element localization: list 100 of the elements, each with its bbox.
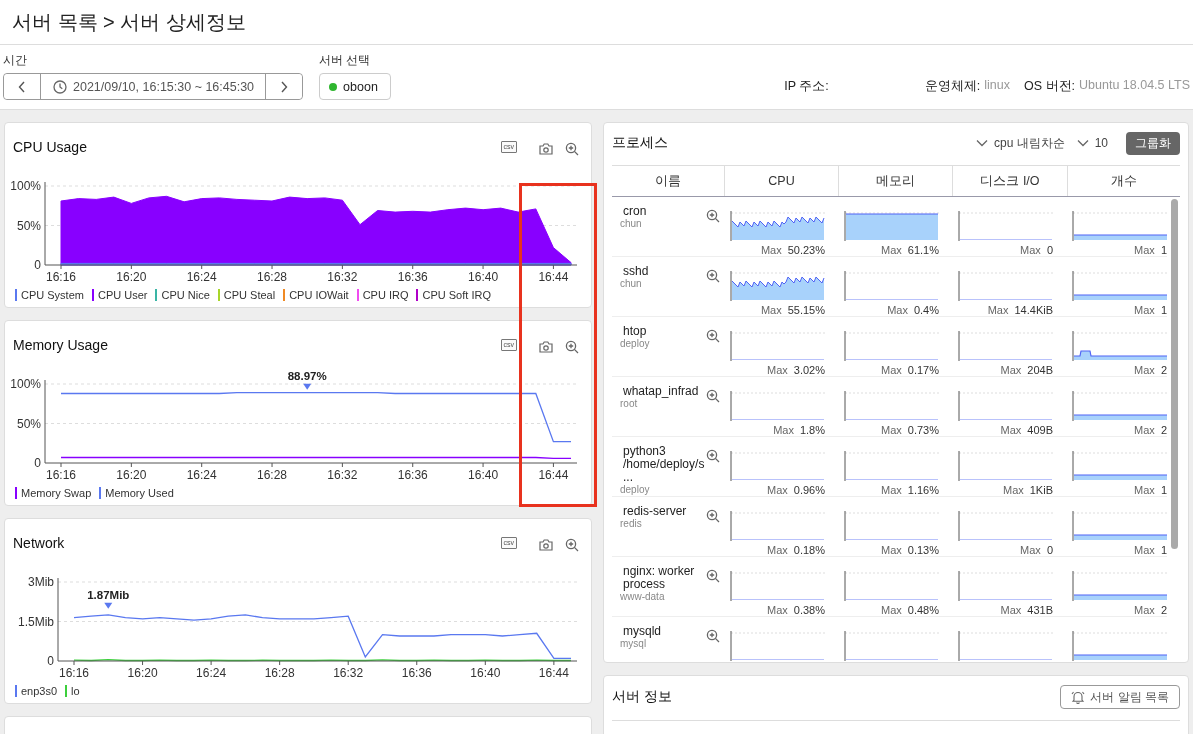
max-label: Max — [767, 604, 788, 616]
y-tick-label: 100% — [10, 179, 41, 193]
x-tick-label: 16:40 — [468, 468, 499, 482]
process-user: deploy — [620, 338, 651, 350]
process-user: deploy — [620, 484, 651, 496]
card-title: Network — [13, 535, 65, 551]
max-value: 0.17% — [907, 364, 939, 376]
process-name: sshd — [622, 265, 650, 278]
max-value: 0.4% — [913, 304, 939, 316]
max-label: Max — [1020, 244, 1041, 256]
annotation-label: 1.87Mib — [87, 588, 130, 601]
max-label: Max — [773, 424, 794, 436]
max-value: 1.16% — [907, 484, 939, 496]
x-tick-label: 16:36 — [401, 666, 432, 680]
max-label: Max — [1002, 484, 1024, 496]
max-value: 409B — [1027, 424, 1053, 436]
max-value: 1 — [1160, 304, 1167, 316]
max-value: 3.02% — [793, 364, 825, 376]
process-name: redis-server — [622, 505, 688, 518]
x-tick-label: 16:16 — [46, 468, 76, 482]
page-title: 서버 목록 > 서버 상세정보 — [11, 10, 247, 35]
x-tick-label: 16:28 — [264, 666, 295, 680]
max-label: Max — [767, 544, 788, 556]
max-label: Max — [1020, 544, 1041, 556]
card-title: 프로세스 — [612, 134, 668, 152]
x-tick-label: 16:24 — [186, 468, 217, 482]
meta-value: linux — [984, 78, 1010, 94]
y-tick-label: 0 — [34, 456, 41, 470]
x-tick-label: 16:32 — [327, 468, 358, 482]
card-title: Memory Usage — [13, 337, 108, 353]
y-tick-label: 0 — [47, 654, 54, 668]
max-label: Max — [1134, 484, 1155, 496]
max-value: 50.23% — [787, 244, 825, 256]
max-label: Max — [881, 604, 902, 616]
max-label: Max — [881, 424, 902, 436]
max-value: 55.15% — [787, 304, 825, 316]
max-value: 0 — [1046, 544, 1053, 556]
x-tick-label: 16:20 — [127, 666, 158, 680]
max-value: 0.48% — [907, 604, 939, 616]
max-label: Max — [1000, 364, 1022, 376]
max-label: Max — [1134, 364, 1155, 376]
max-value: 14.4KiB — [1014, 304, 1053, 316]
max-value: 204B — [1027, 364, 1053, 376]
max-value: 0 — [1046, 244, 1053, 256]
process-user: mysql — [620, 638, 648, 650]
max-label: Max — [760, 244, 782, 256]
max-label: Max — [887, 304, 908, 316]
max-value: 0.73% — [907, 424, 939, 436]
process-name: cron — [622, 205, 648, 218]
max-value: 431B — [1027, 604, 1053, 616]
x-tick-label: 16:28 — [257, 468, 288, 482]
x-tick-label: 16:20 — [116, 468, 147, 482]
max-value: 1 — [1160, 484, 1167, 496]
y-tick-label: 50% — [16, 416, 41, 431]
max-label: Max — [881, 544, 902, 556]
max-label: Max — [1134, 544, 1155, 556]
x-tick-label: 16:16 — [59, 666, 89, 680]
max-label: Max — [767, 364, 788, 376]
process-user: chun — [620, 278, 643, 290]
x-tick-label: 16:44 — [538, 270, 569, 284]
process-name: mysqld — [622, 625, 662, 638]
field-label: 서버 선택 — [319, 53, 372, 67]
max-label: Max — [1000, 424, 1022, 436]
y-tick-label: 0 — [34, 258, 41, 272]
max-value: 2 — [1160, 364, 1167, 376]
meta-label: OS 버전: — [1024, 78, 1076, 95]
x-tick-label: 16:36 — [397, 270, 428, 284]
max-value: 2 — [1160, 604, 1167, 616]
x-tick-label: 16:44 — [538, 468, 569, 482]
y-tick-label: 3Mib — [28, 575, 54, 589]
card-title: CPU Usage — [13, 139, 87, 155]
meta-label: IP 주소: — [784, 78, 829, 95]
process-name: htop — [622, 325, 648, 338]
max-value: 0.13% — [907, 544, 939, 556]
max-value: 1 — [1160, 244, 1167, 256]
max-value: 1KiB — [1029, 484, 1053, 496]
max-label: Max — [881, 484, 902, 496]
max-value: 0.96% — [793, 484, 825, 496]
max-value: 1 — [1160, 544, 1167, 556]
y-tick-label: 1.5Mib — [17, 614, 54, 629]
max-value: 2 — [1160, 424, 1167, 436]
max-label: Max — [881, 364, 902, 376]
process-name: whatap_infrad — [622, 385, 700, 398]
max-value: 0.38% — [793, 604, 825, 616]
annotation-label: 88.97% — [287, 369, 327, 382]
card-title: 서버 정보 — [612, 688, 672, 706]
max-label: Max — [1134, 424, 1155, 436]
max-label: Max — [1134, 604, 1155, 616]
x-tick-label: 16:44 — [538, 666, 569, 680]
max-value: 0.18% — [793, 544, 825, 556]
process-name: python3 /home/deploy/s... — [622, 445, 706, 484]
process-user: redis — [620, 518, 643, 530]
y-tick-label: 100% — [10, 377, 41, 391]
meta-value: Ubuntu 18.04.5 LTS — [1079, 78, 1190, 94]
process-name: nginx: worker process — [622, 565, 696, 591]
x-tick-label: 16:16 — [46, 270, 76, 284]
y-tick-label: 50% — [16, 218, 41, 233]
max-label: Max — [1134, 304, 1155, 316]
x-tick-label: 16:40 — [468, 270, 499, 284]
process-user: chun — [620, 218, 643, 230]
